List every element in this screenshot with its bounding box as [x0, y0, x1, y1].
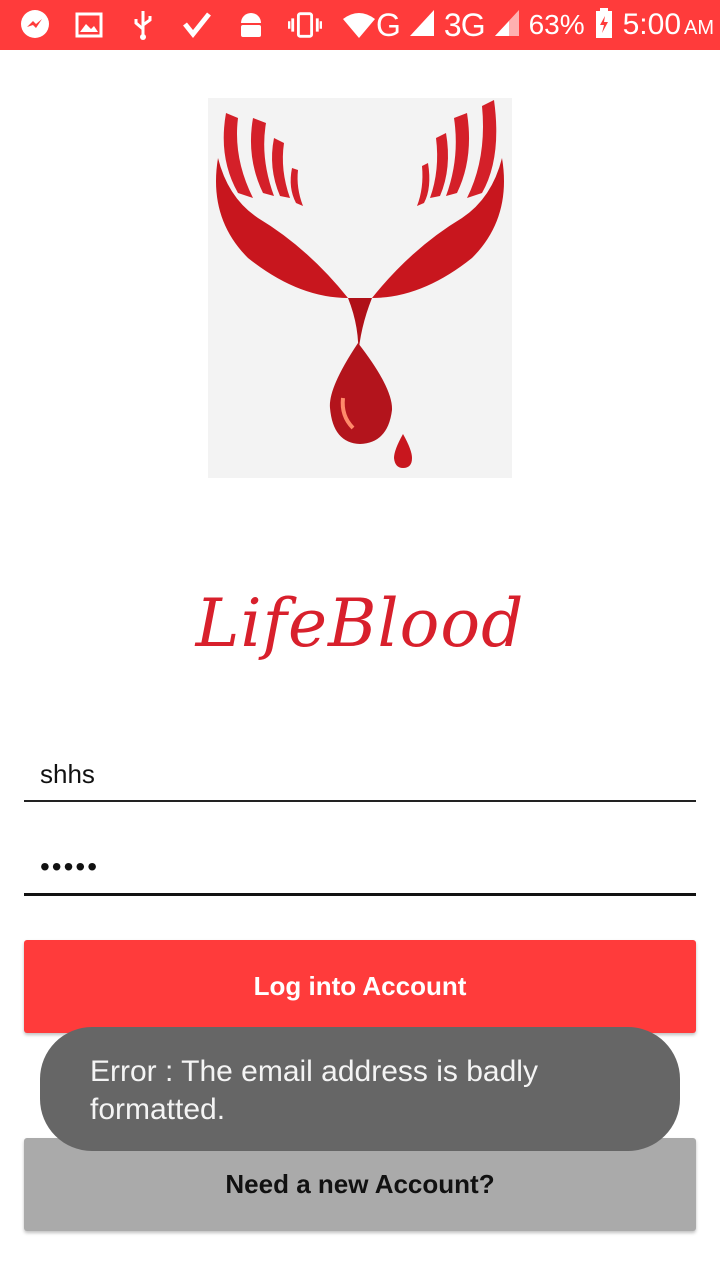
gallery-icon — [72, 8, 106, 42]
status-bar: G 3G 63% 5:00 AM — [0, 0, 720, 50]
signal-icon — [409, 9, 434, 41]
email-field[interactable]: shhs — [24, 742, 696, 802]
signal-icon-2 — [494, 9, 519, 41]
android-icon — [234, 8, 268, 42]
app-logo — [208, 98, 512, 478]
network-g-label: G — [376, 6, 401, 43]
hands-blood-drop-logo — [216, 100, 504, 468]
clock: 5:00 AM — [623, 8, 714, 42]
wifi-icon — [342, 8, 376, 42]
password-field[interactable]: ••••• — [24, 836, 696, 896]
time-label: 5:00 — [622, 8, 682, 41]
password-value: ••••• — [40, 851, 100, 882]
network-3g-label: 3G — [443, 6, 486, 43]
usb-icon — [126, 8, 160, 42]
app-brand-name: LifeBlood — [195, 585, 525, 662]
login-button[interactable]: Log into Account — [24, 940, 696, 1033]
ampm-label: AM — [684, 17, 715, 39]
battery-percent: 63% — [528, 9, 585, 40]
notification-icons — [0, 8, 376, 42]
check-icon — [180, 8, 214, 42]
signup-button-label: Need a new Account? — [225, 1169, 495, 1199]
status-right: G 3G 63% 5:00 AM — [376, 7, 720, 44]
error-toast: Error : The email address is badly forma… — [40, 1027, 680, 1151]
login-button-label: Log into Account — [253, 971, 467, 1001]
messenger-icon — [18, 8, 52, 42]
error-toast-message: Error : The email address is badly forma… — [90, 1055, 538, 1126]
signup-button[interactable]: Need a new Account? — [24, 1138, 696, 1231]
email-value: shhs — [40, 759, 95, 789]
battery-icon — [595, 7, 613, 43]
vibrate-icon — [288, 8, 322, 42]
